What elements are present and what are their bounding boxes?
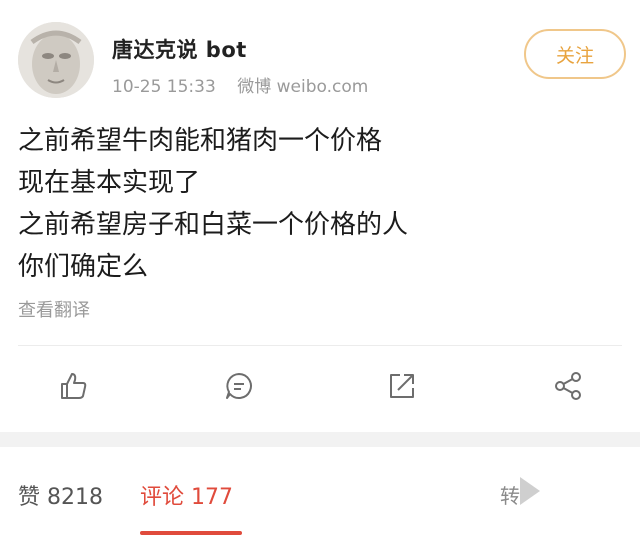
post-line: 之前希望牛肉能和猪肉一个价格 <box>18 126 383 156</box>
repost-button[interactable] <box>382 368 422 408</box>
tab-comments[interactable]: 评论 177 <box>140 479 233 511</box>
active-tab-indicator <box>140 531 242 535</box>
tab-likes[interactable]: 赞 8218 <box>18 479 103 511</box>
section-separator <box>0 432 640 447</box>
weibo-post-card: 唐达克说 bot 10-25 15:33 微博 weibo.com 关注 之前希… <box>0 0 640 541</box>
share-button[interactable] <box>548 368 588 408</box>
post-source: 微博 weibo.com <box>237 77 369 97</box>
like-button[interactable] <box>54 368 94 408</box>
post-time: 10-25 15:33 <box>112 77 216 97</box>
tab-reposts[interactable]: 转 <box>500 480 520 509</box>
like-icon <box>58 370 90 406</box>
play-arrow-icon <box>520 477 540 505</box>
post-line: 你们确定么 <box>18 252 149 282</box>
post-line: 之前希望房子和白菜一个价格的人 <box>18 210 409 240</box>
avatar[interactable] <box>18 22 94 98</box>
comment-icon <box>223 370 255 406</box>
comment-button[interactable] <box>219 368 259 408</box>
divider <box>18 345 622 346</box>
share-icon <box>552 370 584 406</box>
translate-link[interactable]: 查看翻译 <box>18 296 90 322</box>
follow-button[interactable]: 关注 <box>524 29 626 79</box>
post-content: 之前希望牛肉能和猪肉一个价格 现在基本实现了 之前希望房子和白菜一个价格的人 你… <box>18 120 408 288</box>
post-meta: 10-25 15:33 微博 weibo.com <box>112 72 368 97</box>
post-line: 现在基本实现了 <box>18 168 201 198</box>
username[interactable]: 唐达克说 bot <box>112 34 247 64</box>
repost-icon <box>386 370 418 406</box>
